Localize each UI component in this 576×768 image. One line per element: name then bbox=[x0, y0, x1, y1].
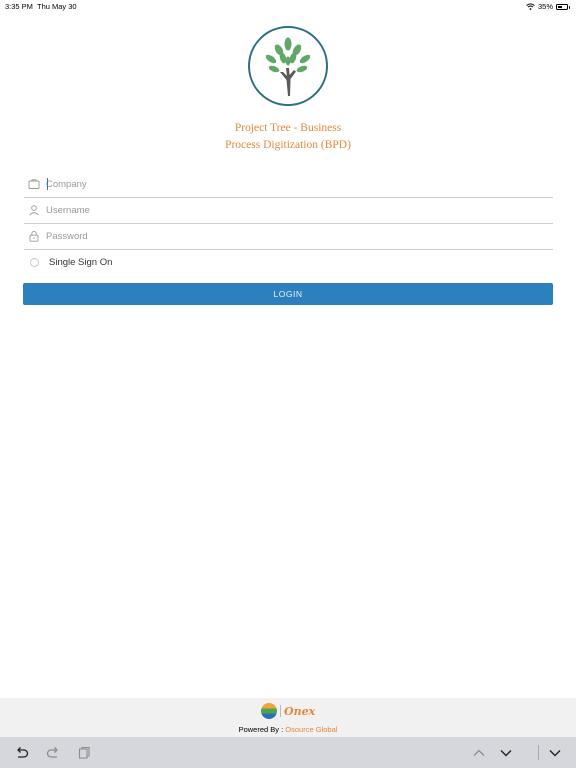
previous-field-icon[interactable] bbox=[471, 745, 487, 761]
status-time: 3:35 PM bbox=[5, 2, 33, 11]
app-logo bbox=[248, 26, 328, 106]
user-icon bbox=[29, 205, 39, 216]
keyboard-accessory-bar bbox=[0, 737, 576, 768]
status-date: Thu May 30 bbox=[37, 2, 77, 11]
powered-by-prefix: Powered By : bbox=[238, 725, 286, 734]
onex-logo: Onex bbox=[284, 705, 315, 718]
undo-icon[interactable] bbox=[14, 745, 30, 761]
powered-by-org[interactable]: Osource Global bbox=[285, 725, 337, 734]
app-title-line2: Process Digitization (BPD) bbox=[225, 139, 351, 151]
username-field[interactable] bbox=[24, 198, 553, 224]
username-input[interactable] bbox=[46, 201, 546, 219]
single-sign-on-option[interactable]: Single Sign On bbox=[24, 253, 324, 273]
status-bar: 3:35 PM Thu May 30 35% bbox=[0, 0, 576, 12]
lock-icon bbox=[29, 230, 39, 242]
briefcase-icon bbox=[28, 179, 40, 189]
password-input[interactable] bbox=[46, 227, 546, 245]
next-field-icon[interactable] bbox=[498, 745, 514, 761]
sso-radio[interactable] bbox=[30, 258, 39, 267]
battery-fill bbox=[558, 5, 562, 8]
onex-logo-text: Onex bbox=[284, 704, 316, 718]
password-field[interactable] bbox=[24, 224, 553, 250]
battery-icon bbox=[556, 3, 570, 10]
keyboard-bar-divider bbox=[538, 745, 539, 760]
company-input[interactable] bbox=[46, 175, 546, 193]
footer-brand: Onex bbox=[261, 703, 321, 719]
text-caret bbox=[47, 178, 48, 190]
sso-label: Single Sign On bbox=[49, 257, 113, 268]
login-button[interactable]: LOGIN bbox=[23, 283, 553, 305]
battery-percent: 35% bbox=[537, 2, 553, 11]
powered-by: Powered By : Osource Global bbox=[0, 725, 576, 734]
dismiss-keyboard-icon[interactable] bbox=[547, 745, 563, 761]
tree-icon bbox=[265, 37, 311, 96]
globe-icon bbox=[261, 703, 277, 719]
wifi-icon bbox=[526, 3, 535, 10]
brand-separator bbox=[280, 705, 281, 717]
footer: Onex Powered By : Osource Global bbox=[0, 698, 576, 737]
redo-icon[interactable] bbox=[45, 745, 61, 761]
paste-icon[interactable] bbox=[76, 745, 92, 761]
app-title: Project Tree - Business Process Digitiza… bbox=[188, 120, 388, 154]
company-field[interactable] bbox=[24, 172, 553, 198]
app-title-line1: Project Tree - Business bbox=[234, 122, 342, 134]
status-right: 35% bbox=[526, 2, 570, 11]
